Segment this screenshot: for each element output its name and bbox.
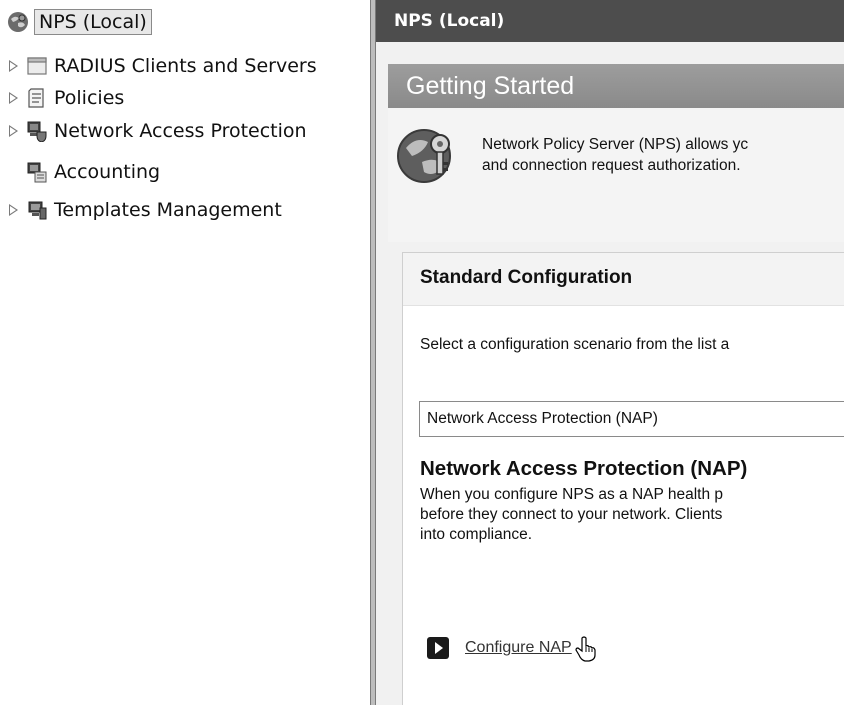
configure-nap-action[interactable]: Configure NAP bbox=[427, 637, 572, 659]
accounting-icon bbox=[26, 161, 48, 183]
tree-item-policies[interactable]: Policies bbox=[6, 84, 124, 112]
scenario-heading: Network Access Protection (NAP) bbox=[420, 457, 748, 480]
expand-arrow-icon[interactable] bbox=[6, 91, 20, 105]
folder-icon bbox=[26, 55, 48, 77]
description-line: into compliance. bbox=[420, 526, 533, 543]
expand-arrow-icon[interactable] bbox=[6, 203, 20, 217]
scenario-description: When you configure NPS as a NAP health p… bbox=[420, 485, 723, 545]
intro-description: Network Policy Server (NPS) allows yc an… bbox=[482, 134, 748, 176]
tree-item-network-access-protection[interactable]: Network Access Protection bbox=[6, 117, 307, 145]
expand-arrow-icon[interactable] bbox=[6, 59, 20, 73]
tree-item-radius-clients[interactable]: RADIUS Clients and Servers bbox=[6, 52, 317, 80]
arrow-right-icon[interactable] bbox=[427, 637, 449, 659]
tree-root-nps-local[interactable]: NPS (Local) bbox=[6, 8, 152, 36]
policies-icon bbox=[26, 87, 48, 109]
navigation-tree: NPS (Local) RADIUS Clients and Servers P… bbox=[0, 0, 370, 705]
details-pane: NPS (Local) Getting Started Network Poli… bbox=[376, 0, 844, 705]
tree-item-label: Network Access Protection bbox=[54, 120, 307, 142]
intro-section: Network Policy Server (NPS) allows yc an… bbox=[388, 108, 844, 242]
tree-item-label: Policies bbox=[54, 87, 125, 109]
tree-item-label: Accounting bbox=[54, 161, 161, 183]
tree-root-label: NPS (Local) bbox=[34, 9, 152, 35]
expand-arrow-icon[interactable] bbox=[6, 124, 20, 138]
panel-title-bar: Standard Configuration bbox=[403, 253, 844, 306]
description-line: When you configure NPS as a NAP health p bbox=[420, 486, 723, 503]
panel-title: Standard Configuration bbox=[420, 267, 633, 288]
nps-globe-icon bbox=[6, 10, 30, 34]
standard-configuration-panel: Standard Configuration Select a configur… bbox=[402, 252, 844, 705]
tree-item-accounting[interactable]: Accounting bbox=[20, 158, 160, 186]
description-line: before they connect to your network. Cli… bbox=[420, 506, 723, 523]
getting-started-heading: Getting Started bbox=[388, 64, 844, 108]
hand-cursor-icon bbox=[575, 636, 597, 666]
pane-header-title: NPS (Local) bbox=[376, 0, 844, 42]
tree-item-label: Templates Management bbox=[54, 199, 282, 221]
configure-nap-link[interactable]: Configure NAP bbox=[465, 639, 572, 657]
tree-item-label: RADIUS Clients and Servers bbox=[54, 55, 317, 77]
scenario-select[interactable]: Network Access Protection (NAP) bbox=[419, 401, 844, 437]
intro-line: and connection request authorization. bbox=[482, 157, 741, 174]
nap-icon bbox=[26, 120, 48, 143]
tree-item-templates-management[interactable]: Templates Management bbox=[6, 196, 282, 224]
scenario-prompt: Select a configuration scenario from the… bbox=[420, 336, 730, 353]
templates-icon bbox=[26, 199, 48, 221]
intro-line: Network Policy Server (NPS) allows yc bbox=[482, 136, 749, 153]
nps-globe-key-icon bbox=[394, 122, 460, 192]
